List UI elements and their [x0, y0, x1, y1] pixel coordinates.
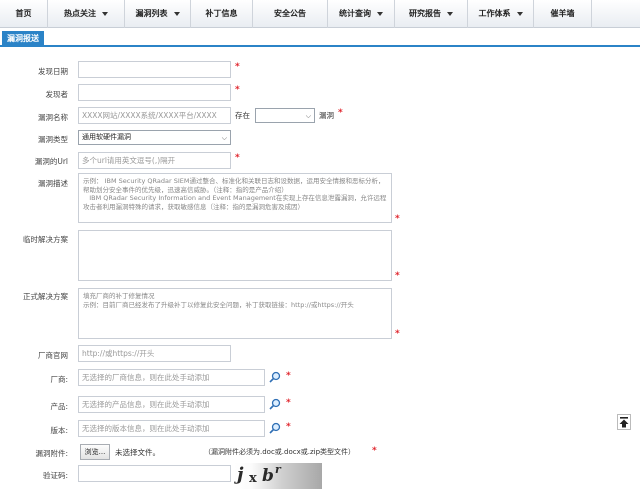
required-mark: * [338, 108, 343, 118]
vuln-desc-textarea[interactable]: 示例： IBM Security QRadar SIEM通过整合、标准化和关联日… [78, 173, 392, 223]
chevron-down-icon: ⌵ [305, 112, 311, 120]
temp-solution-textarea[interactable] [78, 230, 392, 281]
attachment-label: 漏洞附件: [35, 449, 68, 458]
nav-wall[interactable]: 催羊墙 [534, 0, 592, 28]
vuln-url-input[interactable]: 多个url请用英文逗号(,)隔开 [78, 152, 231, 169]
attachment-note: （漏洞附件必须为.doc或.docx或.zip类型文件） [204, 448, 356, 456]
version-label: 版本: [50, 426, 68, 435]
vuln-name-label: 漏洞名称 [38, 113, 68, 122]
exists-label: 存在 [235, 111, 250, 120]
browse-button[interactable]: 浏览... [80, 444, 110, 460]
nav-research-report[interactable]: 研究报告 [395, 0, 468, 28]
vuln-url-label: 漏洞的Url [34, 157, 68, 166]
scroll-top-icon [619, 417, 629, 428]
vendor-label: 厂商: [50, 375, 68, 384]
nav-home[interactable]: 首页 [0, 0, 48, 28]
chevron-down-icon [377, 11, 383, 16]
required-mark: * [286, 398, 291, 408]
required-mark: * [286, 371, 291, 381]
vuln-desc-label: 漏洞描述 [38, 179, 68, 188]
chevron-down-icon [447, 11, 453, 16]
search-icon[interactable] [269, 371, 281, 383]
discover-date-input[interactable] [78, 61, 231, 78]
version-input[interactable]: 无选择的版本信息，则在此处手动添加 [78, 420, 265, 437]
required-mark: * [235, 153, 240, 163]
vendor-url-input[interactable]: http://或https://开头 [78, 345, 231, 362]
discoverer-input[interactable] [78, 84, 231, 101]
vuln-type-select[interactable]: 通用软硬件漏洞 ⌵ [78, 130, 231, 145]
search-icon[interactable] [269, 422, 281, 434]
vendor-url-label: 厂商官网 [38, 351, 68, 360]
discoverer-label: 发现者 [45, 90, 69, 99]
vuln-type-label: 漏洞类型 [38, 135, 68, 144]
chevron-down-icon [102, 11, 108, 16]
temp-solution-label: 临时解决方案 [23, 235, 68, 244]
file-status: 未选择文件。 [115, 448, 160, 457]
required-mark: * [235, 85, 240, 95]
required-mark: * [372, 446, 377, 456]
formal-solution-textarea[interactable]: 填充厂商的补丁修复情况 示例：目前厂商已经发布了升级补丁以修复此安全问题，补丁获… [78, 288, 392, 339]
nav-work-system[interactable]: 工作体系 [468, 0, 534, 28]
product-input[interactable]: 无选择的产品信息，则在此处手动添加 [78, 396, 265, 413]
captcha-label: 验证码: [42, 471, 68, 480]
scroll-top-button[interactable] [617, 414, 631, 430]
vendor-input[interactable]: 无选择的厂商信息，则在此处手动添加 [78, 369, 265, 386]
nav-statistics[interactable]: 统计查询 [328, 0, 395, 28]
required-mark: * [395, 214, 400, 224]
tab-bar: 漏洞报送 [0, 29, 640, 47]
required-mark: * [235, 62, 240, 72]
nav-hot-topics[interactable]: 热点关注 [48, 0, 125, 28]
required-mark: * [286, 422, 291, 432]
product-label: 产品: [50, 402, 68, 411]
formal-solution-label: 正式解决方案 [23, 292, 68, 301]
vuln-name-input[interactable]: XXXX网站/XXXX系统/XXXX平台/XXXX [78, 107, 231, 124]
chevron-down-icon [516, 11, 523, 16]
chevron-down-icon: ⌵ [221, 134, 227, 142]
vuln-suffix-label: 漏洞 [319, 111, 334, 120]
required-mark: * [395, 329, 400, 339]
required-mark: * [395, 271, 400, 281]
tab-vuln-report[interactable]: 漏洞报送 [2, 31, 44, 47]
search-icon[interactable] [269, 398, 281, 410]
discover-date-label: 发现日期 [38, 67, 68, 76]
nav-security-notice[interactable]: 安全公告 [253, 0, 328, 28]
nav-patch-info[interactable]: 补丁信息 [191, 0, 253, 28]
top-navigation: 首页 热点关注 漏洞列表 补丁信息 安全公告 统计查询 研究报告 工作体系 催羊… [0, 0, 640, 28]
chevron-down-icon [173, 11, 180, 16]
nav-vuln-list[interactable]: 漏洞列表 [125, 0, 191, 28]
vuln-exists-select[interactable]: ⌵ [255, 108, 315, 123]
captcha-image[interactable]: j x b r [234, 463, 322, 489]
captcha-input[interactable] [78, 465, 231, 482]
